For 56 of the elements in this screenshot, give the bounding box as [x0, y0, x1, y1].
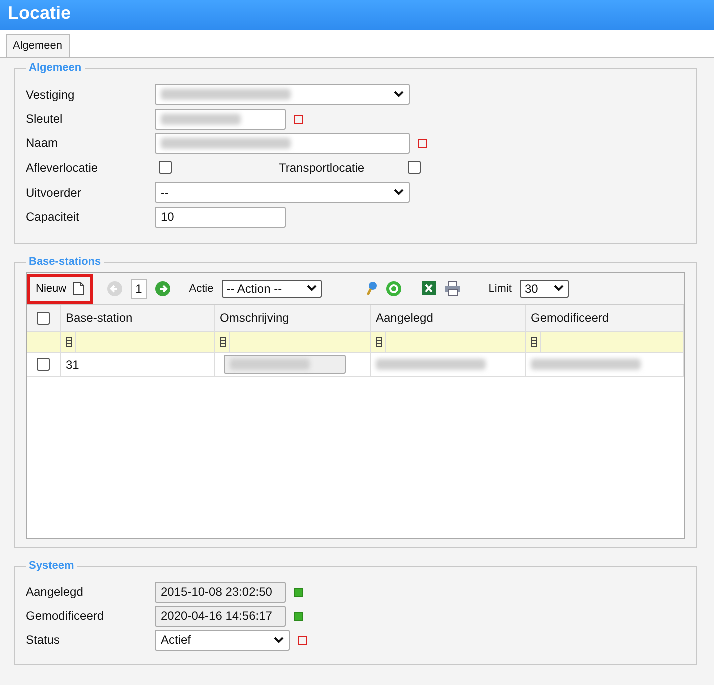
new-button[interactable]: Nieuw	[27, 274, 93, 304]
field-label: Capaciteit	[26, 210, 80, 224]
action-select[interactable]: -- Action --	[222, 280, 322, 298]
field-label: Gemodificeerd	[26, 609, 106, 623]
spreadsheet-icon[interactable]	[422, 281, 437, 296]
page-number-field[interactable]: 1	[130, 278, 148, 298]
section-legend: Algemeen	[26, 62, 85, 74]
limit-select[interactable]: 30	[520, 280, 569, 298]
field-label: Vestiging	[26, 88, 76, 102]
column-header[interactable]: Omschrijving	[215, 305, 371, 331]
field-value: --	[161, 186, 169, 200]
filter-icon[interactable]	[376, 337, 382, 347]
readonly-field: 2020-04-16 14:56:17	[155, 606, 286, 626]
action-label: Actie	[189, 282, 214, 294]
input-field[interactable]	[224, 355, 346, 374]
status-select[interactable]: Actief	[155, 630, 290, 650]
column-header[interactable]: Gemodificeerd	[526, 305, 684, 331]
column-header[interactable]: Aangelegd	[371, 305, 526, 331]
table-cell: 31	[61, 353, 215, 376]
checkbox-label: Transportlocatie	[279, 160, 366, 174]
select-all-checkbox[interactable]	[37, 312, 50, 324]
tab[interactable]: Algemeen	[6, 34, 70, 58]
row-checkbox[interactable]	[37, 358, 50, 371]
section-legend: Base-stations	[26, 256, 104, 268]
input-field[interactable]: 10	[155, 206, 286, 228]
field-label: Aangelegd	[26, 585, 84, 599]
printer-icon[interactable]	[444, 281, 461, 296]
field-value: 10	[161, 210, 174, 224]
column-header[interactable]: Base-station	[61, 305, 215, 331]
chevron-down-icon	[554, 285, 564, 292]
select-value: Actief	[161, 633, 192, 647]
document-icon	[72, 282, 84, 295]
chevron-down-icon	[306, 285, 317, 292]
checkbox[interactable]	[408, 161, 421, 174]
readonly-field: 2015-10-08 23:02:50	[155, 582, 286, 602]
next-page-icon[interactable]	[155, 280, 172, 296]
filter-icon[interactable]	[66, 337, 72, 347]
limit-label: Limit	[488, 282, 512, 294]
chevron-down-icon	[394, 91, 404, 98]
field-label: Status	[26, 633, 62, 647]
section-legend: Systeem	[26, 560, 78, 572]
chevron-down-icon	[394, 189, 404, 196]
field-label: Naam	[26, 136, 60, 150]
checkbox[interactable]	[159, 161, 172, 174]
input-field[interactable]	[155, 132, 410, 154]
refresh-icon[interactable]	[386, 280, 402, 296]
filter-icon[interactable]	[531, 337, 537, 347]
chevron-down-icon	[274, 636, 284, 644]
select-field[interactable]: --	[155, 182, 410, 203]
select-field[interactable]	[155, 84, 410, 105]
input-field[interactable]	[155, 108, 286, 130]
filter-icon[interactable]	[220, 337, 226, 347]
checkbox-label: Afleverlocatie	[26, 160, 100, 174]
field-label: Sleutel	[26, 112, 64, 126]
window-title: Locatie	[0, 0, 714, 30]
field-label: Uitvoerder	[26, 186, 82, 200]
